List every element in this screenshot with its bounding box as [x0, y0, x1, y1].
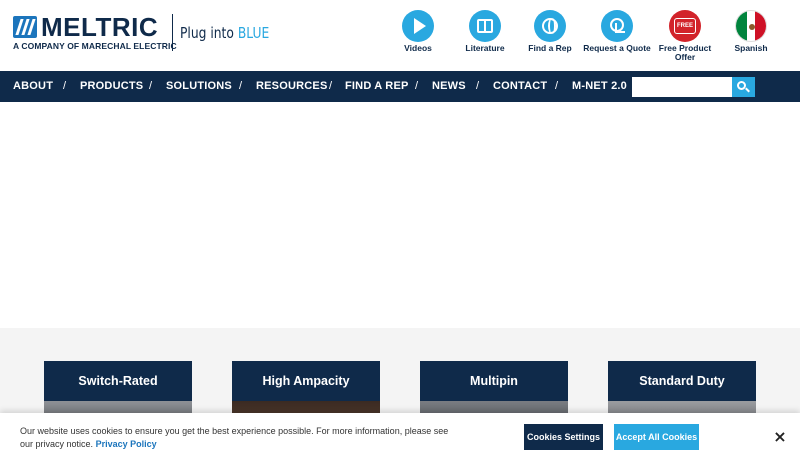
nav-item-resources[interactable]: RESOURCES — [256, 71, 327, 102]
quick-link-request-quote[interactable]: Request a Quote — [580, 10, 654, 53]
nav-separator: / — [555, 80, 559, 92]
meltric-logo[interactable]: MELTRIC A COMPANY OF MARECHAL ELECTRIC — [13, 12, 177, 54]
quick-link-label: Videos — [404, 43, 432, 53]
nav-item-find-a-rep[interactable]: FIND A REP — [345, 71, 409, 102]
page: MELTRIC A COMPANY OF MARECHAL ELECTRIC P… — [0, 0, 800, 450]
quick-link-literature[interactable]: Literature — [448, 10, 522, 53]
product-card-title: Multipin — [420, 361, 568, 401]
nav-separator: / — [476, 80, 480, 92]
privacy-policy-link[interactable]: Privacy Policy — [96, 439, 157, 449]
play-icon — [402, 10, 434, 42]
book-icon — [469, 10, 501, 42]
quick-link-videos[interactable]: Videos — [381, 10, 455, 53]
quick-link-label: Find a Rep — [528, 43, 572, 53]
close-icon[interactable]: × — [772, 429, 788, 445]
nav-separator: / — [415, 80, 419, 92]
logo-subtext: A COMPANY OF MARECHAL ELECTRIC — [13, 41, 177, 51]
accept-all-cookies-button[interactable]: Accept All Cookies — [614, 424, 699, 450]
cookies-settings-button[interactable]: Cookies Settings — [524, 424, 603, 450]
quick-link-label: Literature — [465, 43, 505, 53]
logo-mark-icon — [13, 16, 37, 38]
search-button[interactable] — [732, 77, 755, 97]
nav-item-news[interactable]: NEWS — [432, 71, 466, 102]
product-card-title: High Ampacity — [232, 361, 380, 401]
cookie-banner: Our website uses cookies to ensure you g… — [0, 413, 800, 450]
product-card-title: Standard Duty — [608, 361, 756, 401]
nav-separator: / — [149, 80, 153, 92]
quick-link-find-a-rep[interactable]: Find a Rep — [513, 10, 587, 53]
nav-item-contact[interactable]: CONTACT — [493, 71, 547, 102]
cookie-message: Our website uses cookies to ensure you g… — [20, 426, 449, 449]
logo-wordmark: MELTRIC — [41, 12, 159, 42]
nav-item-products[interactable]: PRODUCTS — [80, 71, 143, 102]
quick-link-free-product[interactable]: FREE Free Product Offer — [648, 10, 722, 62]
hero-area — [0, 102, 800, 328]
quick-link-label: Spanish — [734, 43, 768, 53]
nav-separator: / — [329, 80, 333, 92]
logo-divider — [172, 14, 173, 51]
product-card-title: Switch-Rated — [44, 361, 192, 401]
quick-link-label: Request a Quote — [583, 43, 651, 53]
mexico-flag-icon — [735, 10, 767, 42]
nav-item-m-net[interactable]: M-NET 2.0 — [572, 71, 627, 102]
globe-icon — [534, 10, 566, 42]
free-badge-icon: FREE — [669, 10, 701, 42]
nav-item-about[interactable]: ABOUT — [13, 71, 53, 102]
quick-link-label: Free Product Offer — [658, 43, 712, 62]
site-header: MELTRIC A COMPANY OF MARECHAL ELECTRIC P… — [0, 0, 800, 71]
quick-link-spanish[interactable]: Spanish — [714, 10, 788, 53]
search-input[interactable] — [632, 77, 732, 97]
tagline-main: Plug into — [180, 24, 238, 42]
nav-separator: / — [63, 80, 67, 92]
nav-separator: / — [239, 80, 243, 92]
tagline: Plug into BLUE — [180, 24, 269, 42]
tagline-accent: BLUE — [237, 24, 270, 42]
nav-item-solutions[interactable]: SOLUTIONS — [166, 71, 232, 102]
cookie-text: Our website uses cookies to ensure you g… — [20, 425, 450, 450]
arrow-icon — [601, 10, 633, 42]
